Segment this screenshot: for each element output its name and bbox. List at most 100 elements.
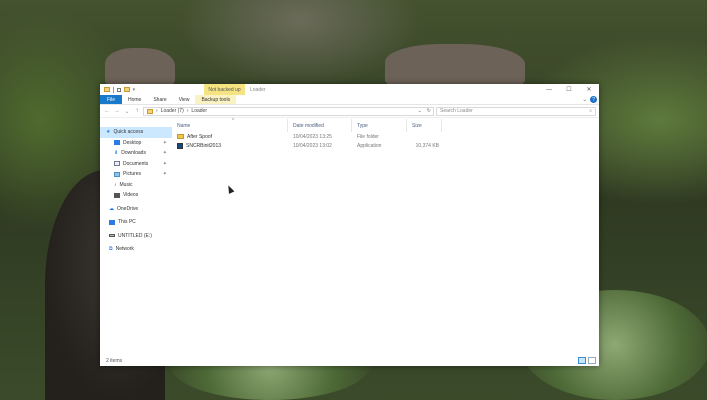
pin-icon: ✦ xyxy=(162,139,167,146)
pin-icon: ✦ xyxy=(162,171,167,178)
column-name[interactable]: Name xyxy=(172,119,288,132)
nav-item-downloads[interactable]: ⬇ Downloads ✦ xyxy=(100,148,172,159)
nav-item-label: Desktop xyxy=(123,139,142,146)
nav-item-label: OneDrive xyxy=(117,205,139,212)
pictures-icon xyxy=(114,171,120,177)
nav-item-untitled-drive[interactable]: UNTITLED (E:) xyxy=(100,231,172,242)
nav-item-label: Music xyxy=(119,181,133,188)
status-bar: 2 items xyxy=(100,355,599,366)
nav-item-label: Network xyxy=(115,246,134,253)
column-size[interactable]: Size xyxy=(407,119,442,132)
nav-item-label: Videos xyxy=(123,192,139,199)
close-button[interactable]: ✕ xyxy=(579,84,599,95)
download-icon: ⬇ xyxy=(114,150,119,157)
column-date-modified[interactable]: Date modified xyxy=(288,119,352,132)
ribbon-tabs: File Home Share View Backup tools ⌄ ? xyxy=(100,95,599,105)
separator xyxy=(113,86,114,93)
column-headers: ^ Name Date modified Type Size xyxy=(172,118,599,132)
search-icon: ⌕ xyxy=(589,108,592,114)
breadcrumb-item[interactable]: Loader xyxy=(191,108,207,114)
expand-ribbon-icon[interactable]: ⌄ xyxy=(582,97,587,103)
nav-item-label: UNTITLED (E:) xyxy=(118,232,152,239)
address-row: ← → ⌄ ↑ › Loader (7) › Loader ⌄ ↻ Search… xyxy=(100,105,599,118)
file-name: SNCRBinit2013 xyxy=(186,142,222,149)
cloud-icon: ☁ xyxy=(109,205,114,212)
search-placeholder: Search Loader xyxy=(440,108,473,114)
documents-icon xyxy=(114,161,120,167)
large-icons-view-icon[interactable] xyxy=(588,357,596,364)
file-date: 10/04/2023 13:02 xyxy=(293,142,332,149)
file-type: Application xyxy=(357,142,382,149)
ribbon-right-controls: ⌄ ? xyxy=(582,96,597,103)
file-date: 10/04/2023 13:25 xyxy=(293,133,332,140)
back-icon[interactable]: ← xyxy=(103,108,111,114)
tab-backup-tools[interactable]: Backup tools xyxy=(195,95,237,104)
music-icon: ♪ xyxy=(114,181,117,188)
tab-home[interactable]: Home xyxy=(122,95,147,104)
nav-item-onedrive[interactable]: ☁ OneDrive xyxy=(100,204,172,215)
file-row[interactable]: SNCRBinit2013 10/04/2023 13:02 Applicati… xyxy=(172,141,599,150)
tab-file[interactable]: File xyxy=(100,95,122,104)
drive-icon xyxy=(109,234,115,238)
file-type: File folder xyxy=(357,133,379,140)
nav-item-pictures[interactable]: Pictures ✦ xyxy=(100,169,172,180)
nav-item-quick-access[interactable]: ★ Quick access xyxy=(100,127,172,138)
pin-icon: ✦ xyxy=(162,160,167,167)
column-type[interactable]: Type xyxy=(352,119,407,132)
antler-left xyxy=(105,48,175,88)
file-explorer-window: ▾ Not backed up Loader — ☐ ✕ File Home S… xyxy=(100,84,599,366)
nav-item-documents[interactable]: Documents ✦ xyxy=(100,159,172,170)
address-bar[interactable]: › Loader (7) › Loader ⌄ ↻ xyxy=(143,106,434,116)
window-controls: — ☐ ✕ xyxy=(539,84,599,95)
nav-item-label: Downloads xyxy=(121,150,146,157)
nav-item-videos[interactable]: Videos xyxy=(100,190,172,201)
file-list: ^ Name Date modified Type Size After Spo… xyxy=(172,118,599,355)
minimize-button[interactable]: — xyxy=(539,84,559,95)
tab-view[interactable]: View xyxy=(173,95,196,104)
maximize-button[interactable]: ☐ xyxy=(559,84,579,95)
details-view-icon[interactable] xyxy=(578,357,586,364)
nav-item-label: Quick access xyxy=(113,129,144,136)
breadcrumb-item[interactable]: Loader (7) xyxy=(161,108,184,114)
breadcrumb-separator-icon: › xyxy=(156,108,158,114)
computer-icon xyxy=(109,219,115,225)
nav-item-label: This PC xyxy=(118,219,136,226)
file-row[interactable]: After Spoof 10/04/2023 13:25 File folder xyxy=(172,132,599,141)
application-icon xyxy=(177,142,183,149)
item-count: 2 items xyxy=(106,357,123,364)
network-icon: ⧉ xyxy=(109,246,113,253)
forward-icon[interactable]: → xyxy=(113,108,121,114)
file-name: After Spoof xyxy=(187,133,213,140)
chevron-down-icon[interactable]: ⌄ xyxy=(418,108,422,114)
context-tab-group: Not backed up xyxy=(204,84,245,95)
new-folder-icon[interactable] xyxy=(123,87,130,92)
folder-icon xyxy=(177,134,184,139)
nav-item-desktop[interactable]: Desktop ✦ xyxy=(100,138,172,149)
help-icon[interactable]: ? xyxy=(590,96,597,103)
search-input[interactable]: Search Loader ⌕ xyxy=(436,106,596,116)
window-title: Loader xyxy=(250,87,266,93)
antler-right xyxy=(385,44,525,89)
explorer-content: ★ Quick access Desktop ✦ ⬇ Downloads ✦ D… xyxy=(100,118,599,355)
nav-item-music[interactable]: ♪ Music xyxy=(100,180,172,191)
desktop-icon xyxy=(114,140,120,146)
nav-item-label: Documents xyxy=(123,160,149,167)
pin-icon: ✦ xyxy=(162,150,167,157)
chevron-down-icon[interactable]: ▾ xyxy=(133,87,136,93)
navigation-pane: ★ Quick access Desktop ✦ ⬇ Downloads ✦ D… xyxy=(100,119,172,355)
folder-icon[interactable] xyxy=(104,87,110,92)
address-actions: ⌄ ↻ xyxy=(418,108,431,114)
nav-item-this-pc[interactable]: This PC xyxy=(100,217,172,228)
nav-item-network[interactable]: ⧉ Network xyxy=(100,244,172,255)
view-switcher xyxy=(578,357,596,364)
folder-icon xyxy=(147,108,153,114)
breadcrumb-separator-icon: › xyxy=(186,108,189,114)
tab-share[interactable]: Share xyxy=(147,95,172,104)
nav-item-label: Pictures xyxy=(123,171,142,178)
up-icon[interactable]: ↑ xyxy=(133,108,141,114)
recent-locations-icon[interactable]: ⌄ xyxy=(123,108,131,115)
properties-icon[interactable] xyxy=(116,87,121,92)
quick-access-toolbar: ▾ xyxy=(100,84,135,95)
refresh-icon[interactable]: ↻ xyxy=(427,108,431,114)
title-bar: ▾ Not backed up Loader — ☐ ✕ xyxy=(100,84,599,95)
